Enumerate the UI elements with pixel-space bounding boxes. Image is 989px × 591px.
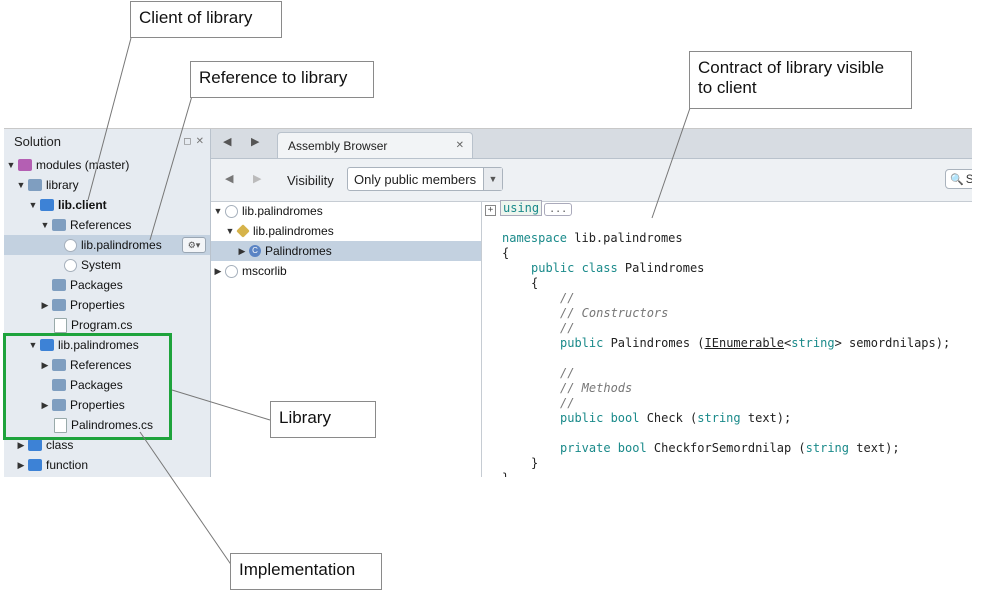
callout-implementation: Implementation — [230, 553, 382, 590]
callout-contract: Contract of library visible to client — [689, 51, 912, 109]
callout-reference-to-library: Reference to library — [190, 61, 374, 98]
callout-client-of-library: Client of library — [130, 1, 282, 38]
callout-library: Library — [270, 401, 376, 438]
